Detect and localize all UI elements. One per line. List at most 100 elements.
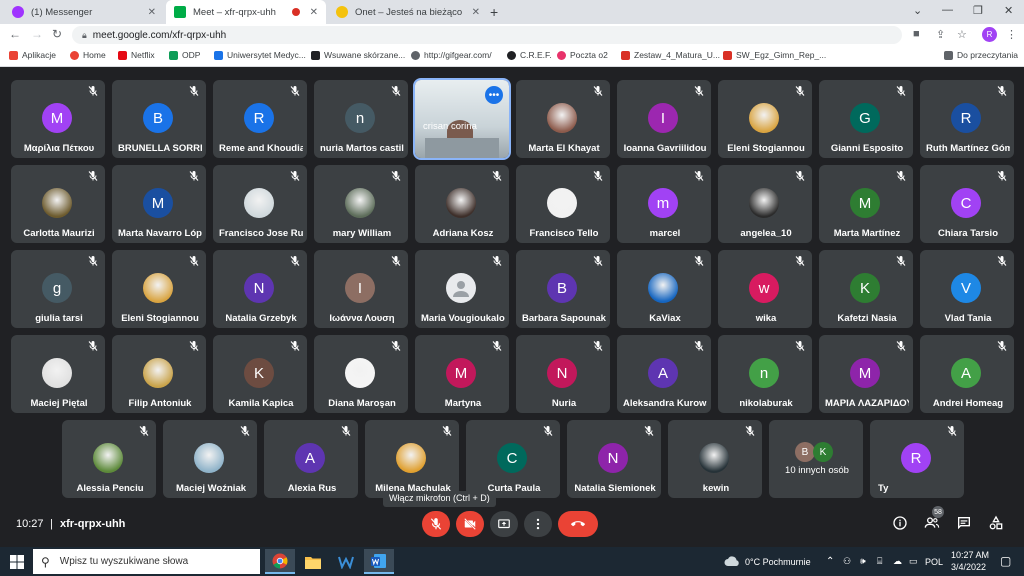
share-icon[interactable]: ⇪ xyxy=(936,28,945,41)
bookmark-apps[interactable]: Aplikacje xyxy=(9,50,56,60)
tile-more-options-icon[interactable]: ••• xyxy=(485,86,503,104)
participant-tile[interactable]: B Barbara Sapounaki xyxy=(516,250,610,328)
taskbar-app-w[interactable] xyxy=(331,549,361,574)
participant-tile[interactable]: angelea_10 xyxy=(718,165,812,243)
bookmark-gifgear[interactable]: http://gifgear.com/ xyxy=(411,50,492,60)
onedrive-icon[interactable]: ☁ xyxy=(893,556,902,567)
lock-icon[interactable]: 🔒︎ xyxy=(82,30,87,41)
taskbar-date[interactable]: 3/4/2022 xyxy=(951,562,986,572)
participant-tile[interactable]: Filip Antoniuk xyxy=(112,335,206,413)
new-tab-icon[interactable]: + xyxy=(490,4,498,20)
participant-tile[interactable]: m marcel xyxy=(617,165,711,243)
participant-tile[interactable]: K Kamila Kapica xyxy=(213,335,307,413)
taskbar-search-input[interactable]: ⚲ Wpisz tu wyszukiwane słowa xyxy=(33,549,260,574)
participant-tile[interactable]: A Andrei Homeag xyxy=(920,335,1014,413)
participant-tile[interactable]: Milena Machulak xyxy=(365,420,459,498)
participant-tile[interactable]: C Chiara Tarsio xyxy=(920,165,1014,243)
participant-tile[interactable]: I Ioanna Gavriilidou xyxy=(617,80,711,158)
battery-icon[interactable]: ▭ xyxy=(909,556,918,567)
bookmark-uniwersytet[interactable]: Uniwersytet Medyc... xyxy=(214,50,306,60)
bookmark-odp[interactable]: ODP xyxy=(169,50,200,60)
url-input[interactable]: 🔒︎ meet.google.com/xfr-qrpx-uhh xyxy=(72,26,902,44)
participant-tile[interactable]: V Vlad Tania xyxy=(920,250,1014,328)
close-window-icon[interactable]: ✕ xyxy=(1004,4,1013,17)
participant-tile[interactable]: ••• crisan corina xyxy=(413,78,511,160)
participant-tile[interactable]: Adriana Kosz xyxy=(415,165,509,243)
participant-tile[interactable]: M Marta Martínez xyxy=(819,165,913,243)
profile-avatar[interactable]: R xyxy=(982,27,997,42)
camera-toggle-button[interactable] xyxy=(456,511,484,537)
participant-tile[interactable]: Maciej Woźniak xyxy=(163,420,257,498)
participant-tile[interactable]: n nikolaburak xyxy=(718,335,812,413)
taskbar-file-explorer[interactable] xyxy=(298,549,328,574)
bookmark-netflix[interactable]: Netflix xyxy=(118,50,155,60)
participant-tile[interactable]: M Μαρίλια Πέτκου xyxy=(11,80,105,158)
participant-tile[interactable]: Maria Vougioukalou xyxy=(415,250,509,328)
leave-call-button[interactable] xyxy=(558,511,598,537)
taskbar-time[interactable]: 10:27 AM xyxy=(951,550,989,560)
tab-onet[interactable]: Onet – Jesteś na bieżąco ✕ xyxy=(328,0,488,24)
chat-icon[interactable] xyxy=(956,515,972,531)
camera-permission-icon[interactable]: ■ xyxy=(913,28,920,40)
chevron-up-icon[interactable]: ⌃ xyxy=(826,556,834,567)
participant-tile[interactable]: B K 10 innych osób xyxy=(769,420,863,498)
participant-tile[interactable]: G Gianni Esposito xyxy=(819,80,913,158)
participant-tile[interactable]: I Ιωάννα Λουση xyxy=(314,250,408,328)
forward-icon[interactable]: → xyxy=(31,27,43,41)
present-screen-button[interactable] xyxy=(490,511,518,537)
participant-tile[interactable]: Francisco Jose Ruiz xyxy=(213,165,307,243)
participant-tile[interactable]: g giulia tarsi xyxy=(11,250,105,328)
activities-icon[interactable] xyxy=(988,515,1004,531)
participant-tile[interactable]: Diana Maroşan xyxy=(314,335,408,413)
notification-icon[interactable]: ▢ xyxy=(1000,554,1011,568)
participant-tile[interactable]: M ΜΑΡΙΑ ΛΑΖΑΡΙΔΟΥ xyxy=(819,335,913,413)
microphone-toggle-button[interactable] xyxy=(422,511,450,537)
participant-tile[interactable]: Maciej Piętal xyxy=(11,335,105,413)
close-icon[interactable]: ✕ xyxy=(148,7,156,18)
participant-tile[interactable]: n nuria Martos castillo xyxy=(314,80,408,158)
close-icon[interactable]: ✕ xyxy=(310,7,318,18)
participant-tile[interactable]: M Marta Navarro López xyxy=(112,165,206,243)
participant-tile[interactable]: Eleni Stogiannou xyxy=(112,250,206,328)
participant-tile[interactable]: Marta El Khayat xyxy=(516,80,610,158)
participant-tile[interactable]: mary William xyxy=(314,165,408,243)
participant-tile[interactable]: M Martyna xyxy=(415,335,509,413)
windows-start-icon[interactable] xyxy=(10,555,24,569)
participant-tile[interactable]: kewin xyxy=(668,420,762,498)
bookmark-star-icon[interactable]: ☆ xyxy=(957,28,967,41)
bookmark-zestaw[interactable]: Zestaw_4_Matura_U... xyxy=(621,50,720,60)
participant-tile[interactable]: C Curta Paula xyxy=(466,420,560,498)
menu-kebab-icon[interactable]: ⋮ xyxy=(1006,28,1017,41)
volume-icon[interactable]: 🕪︎ xyxy=(860,556,866,567)
participant-tile[interactable]: A Aleksandra Kurowska xyxy=(617,335,711,413)
participant-tile[interactable]: R Ty xyxy=(870,420,964,498)
close-icon[interactable]: ✕ xyxy=(472,7,480,18)
maximize-icon[interactable]: ❐ xyxy=(973,4,983,17)
taskbar-word[interactable] xyxy=(364,549,394,574)
more-options-button[interactable] xyxy=(524,511,552,537)
network-icon[interactable]: ⌸ xyxy=(877,556,882,567)
participant-tile[interactable]: Carlotta Maurizi xyxy=(11,165,105,243)
participant-tile[interactable]: Francisco Tello xyxy=(516,165,610,243)
participant-tile[interactable]: Eleni Stogiannou xyxy=(718,80,812,158)
language-indicator[interactable]: POL xyxy=(925,557,943,567)
tab-meet[interactable]: Meet – xfr-qrpx-uhh ✕ xyxy=(166,0,326,24)
participant-tile[interactable]: N Natalia Siemionek xyxy=(567,420,661,498)
tab-messenger[interactable]: (1) Messenger ✕ xyxy=(4,0,164,24)
bookmark-wsuwane[interactable]: Wsuwane skórzane... xyxy=(311,50,405,60)
reload-icon[interactable]: ↻ xyxy=(52,27,62,41)
back-icon[interactable]: ← xyxy=(9,27,21,41)
participant-tile[interactable]: A Alexia Rus xyxy=(264,420,358,498)
bookmark-poczta[interactable]: Poczta o2 xyxy=(557,50,608,60)
participant-tile[interactable]: R Reme and Khoudia xyxy=(213,80,307,158)
bookmark-sw-egz[interactable]: SW_Egz_Gimn_Rep_... xyxy=(723,50,826,60)
participant-tile[interactable]: Alessia Penciu xyxy=(62,420,156,498)
reading-list[interactable]: Do przeczytania xyxy=(944,50,1018,60)
participant-tile[interactable]: KaViax xyxy=(617,250,711,328)
participant-tile[interactable]: N Nuria xyxy=(516,335,610,413)
taskbar-chrome[interactable] xyxy=(265,549,295,574)
participant-tile[interactable]: w wika xyxy=(718,250,812,328)
bookmark-home[interactable]: Home xyxy=(70,50,106,60)
participant-tile[interactable]: B BRUNELLA SORRENTINO xyxy=(112,80,206,158)
tab-search-icon[interactable]: ⌄ xyxy=(913,4,922,17)
